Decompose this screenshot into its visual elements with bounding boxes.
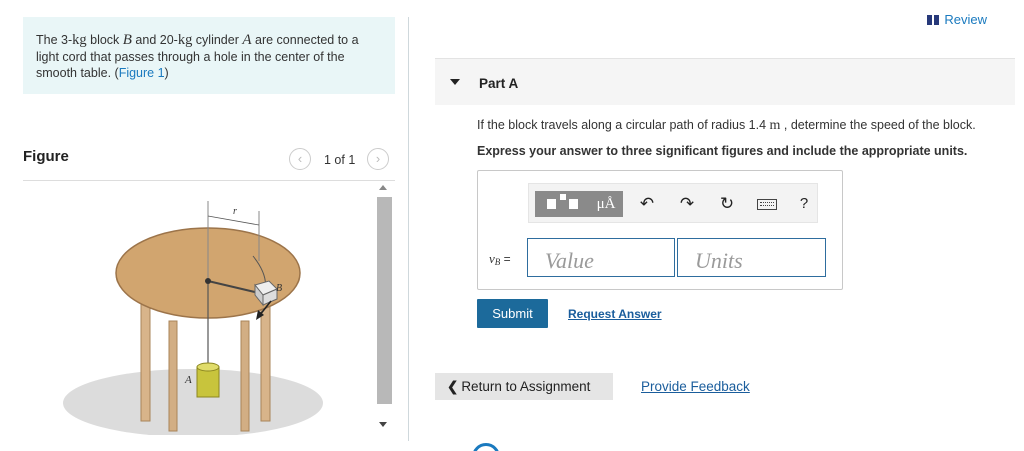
block-variable: B <box>122 32 132 48</box>
part-a-header[interactable]: Part A <box>435 58 1015 105</box>
answer-box: μÅ ↶ ↷ ↻ ? vB = <box>477 170 843 290</box>
figure-scrollbar[interactable] <box>376 181 392 435</box>
figure-pager: ‹ 1 of 1 › <box>289 148 395 172</box>
review-label: Review <box>944 12 987 27</box>
question-suffix: , determine the speed of the block. <box>780 118 976 132</box>
mass-unit: kg <box>72 32 87 48</box>
math-toolbar: μÅ ↶ ↷ ↻ ? <box>528 183 818 223</box>
problem-text: block <box>86 33 123 47</box>
help-button[interactable]: ? <box>791 191 817 217</box>
return-to-assignment-button[interactable]: ❮ Return to Assignment <box>435 373 613 400</box>
caret-down-icon[interactable] <box>450 79 460 85</box>
reset-icon[interactable]: ↻ <box>714 191 740 217</box>
chevron-left-icon[interactable]: ‹ <box>289 148 311 170</box>
problem-text: cylinder <box>192 33 243 47</box>
mass-unit: kg <box>177 32 193 48</box>
units-input[interactable] <box>677 238 826 277</box>
scroll-thumb[interactable] <box>377 197 392 404</box>
problem-text: ) <box>164 66 169 80</box>
book-icon <box>927 15 940 25</box>
value-input[interactable] <box>527 238 675 277</box>
submit-button[interactable]: Submit <box>477 299 548 328</box>
request-answer-link[interactable]: Request Answer <box>568 307 662 321</box>
redo-icon[interactable]: ↷ <box>674 191 700 217</box>
review-link[interactable]: Review <box>927 12 987 27</box>
figure-title: Figure <box>23 148 69 165</box>
undo-icon[interactable]: ↶ <box>634 191 660 217</box>
cylinder-variable: A <box>242 32 252 48</box>
figure-link[interactable]: Figure 1 <box>119 66 165 80</box>
return-label: Return to Assignment <box>461 379 591 394</box>
part-label: Part A <box>479 76 519 91</box>
problem-text: The 3- <box>36 33 73 47</box>
chevron-right-icon[interactable]: › <box>367 148 389 170</box>
figure-image: A r B <box>23 181 373 435</box>
chevron-left-icon: ❮ <box>447 379 459 394</box>
question-text: If the block travels along a circular pa… <box>477 118 976 134</box>
pane-divider <box>408 17 409 441</box>
keyboard-icon[interactable] <box>754 191 780 217</box>
templates-button[interactable] <box>535 191 589 217</box>
radius-unit: m <box>769 118 781 133</box>
help-bubble-icon[interactable] <box>472 443 500 451</box>
label-A: A <box>184 374 192 386</box>
provide-feedback-link[interactable]: Provide Feedback <box>641 379 750 394</box>
table-diagram: A r B <box>63 201 323 435</box>
equals-sign: = <box>500 252 511 266</box>
scroll-up-icon[interactable] <box>379 185 387 190</box>
answer-instruction: Express your answer to three significant… <box>477 144 968 158</box>
scroll-down-icon[interactable] <box>379 422 387 427</box>
answer-variable-label: vB = <box>489 251 511 267</box>
label-B: B <box>276 283 282 294</box>
problem-text: and 20- <box>131 33 178 47</box>
question-prefix: If the block travels along a circular pa… <box>477 118 770 132</box>
page-count: 1 of 1 <box>324 153 356 167</box>
label-r: r <box>233 206 237 217</box>
units-button[interactable]: μÅ <box>589 191 623 217</box>
problem-statement: The 3-kg block B and 20-kg cylinder A ar… <box>23 17 395 94</box>
